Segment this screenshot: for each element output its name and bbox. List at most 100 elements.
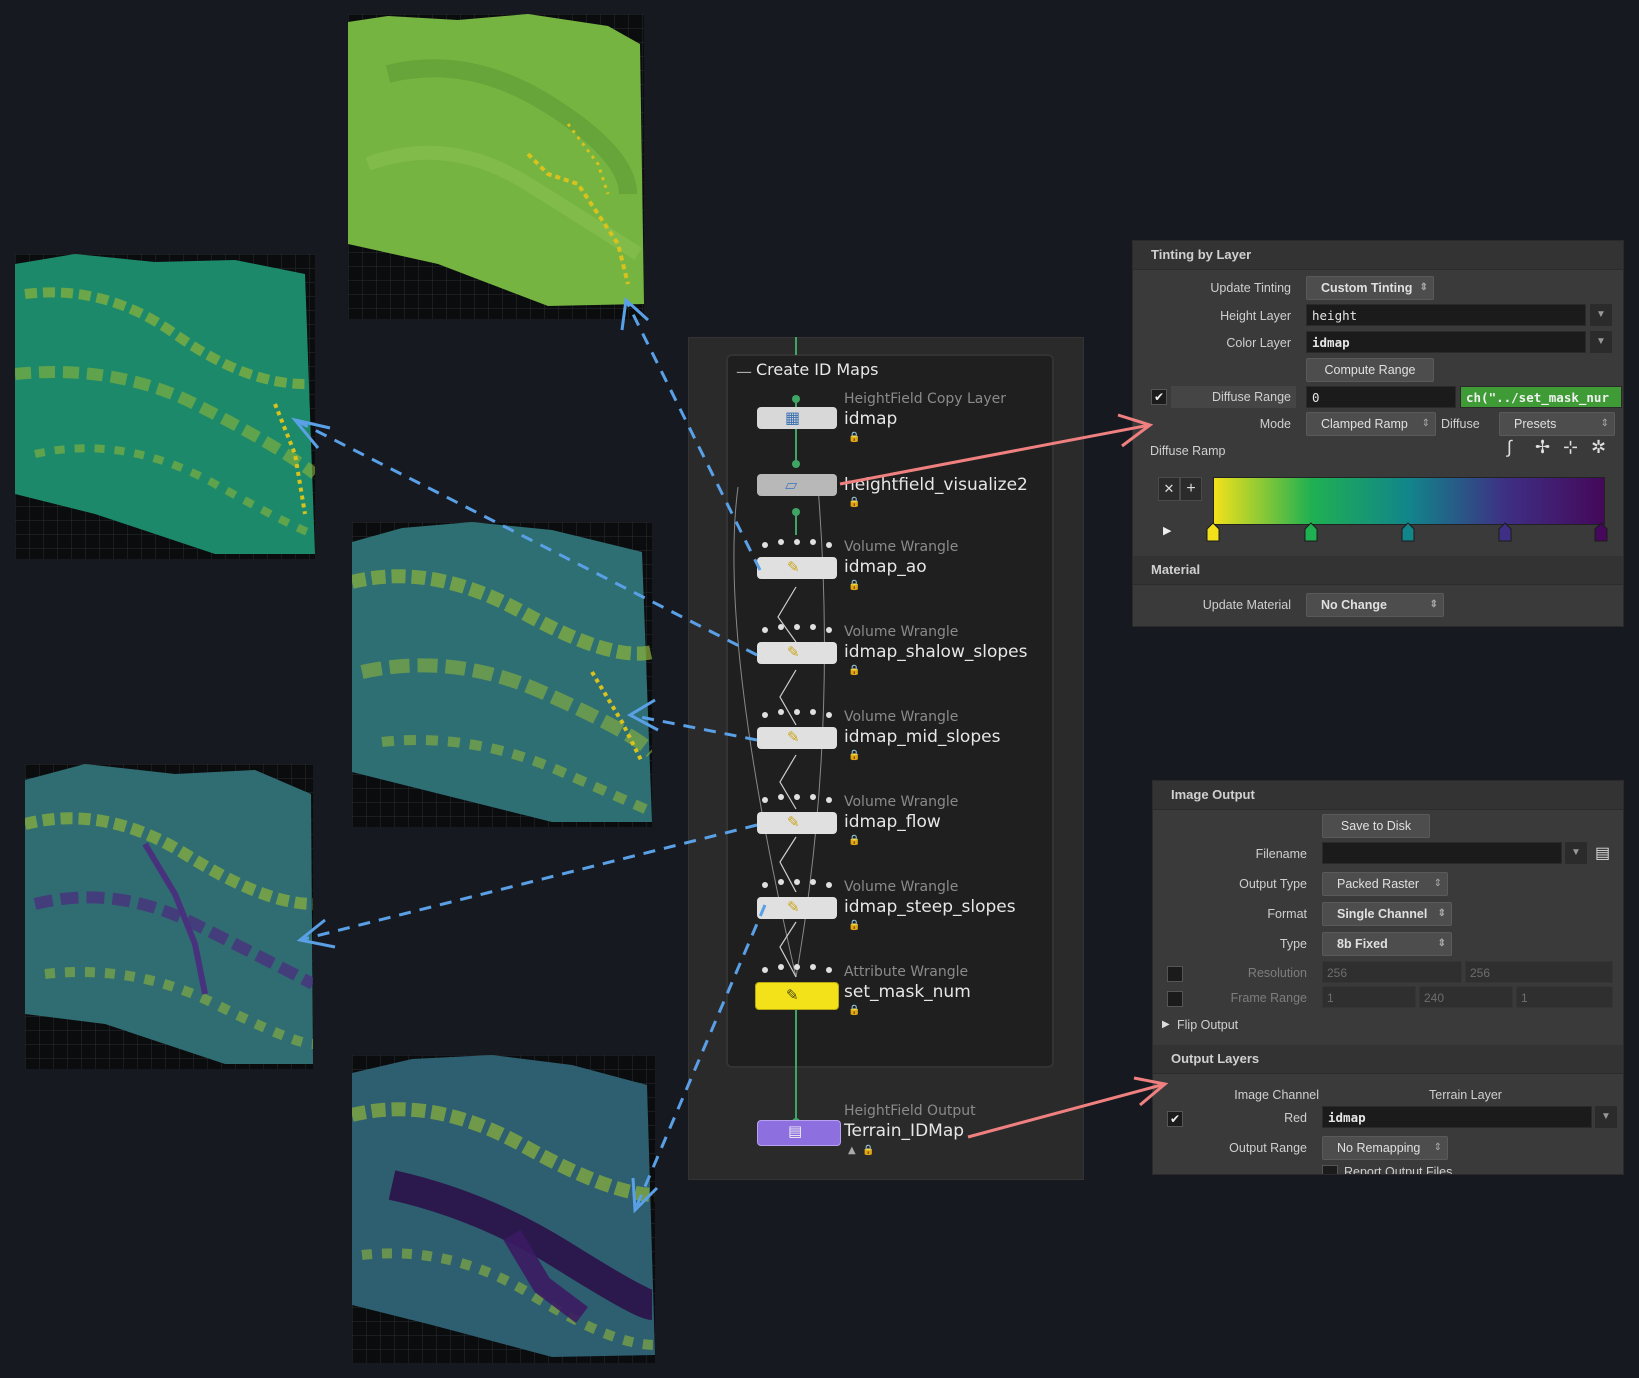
output-type-value: Packed Raster xyxy=(1337,877,1419,891)
flip-output-label[interactable]: Flip Output xyxy=(1177,1018,1238,1032)
compute-range-button[interactable]: Compute Range xyxy=(1306,358,1434,382)
filename-label: Filename xyxy=(1255,847,1307,861)
image-output-section-title: Image Output xyxy=(1171,787,1255,802)
output-layers-section-header[interactable]: Output Layers xyxy=(1153,1045,1623,1074)
node-type-label: Volume Wrangle xyxy=(844,879,959,895)
ramp-key-yellow xyxy=(1206,522,1220,542)
format-menu[interactable]: Single Channel ⇕ xyxy=(1322,902,1452,926)
image-output-panel: Image Output Save to Disk Filename ▼ ▤ O… xyxy=(1152,780,1624,1175)
presets-value: Presets xyxy=(1514,417,1557,431)
mode-value: Clamped Ramp xyxy=(1321,417,1408,431)
lock-icon: 🔒 xyxy=(848,432,861,443)
height-layer-label: Height Layer xyxy=(1220,309,1291,323)
output-layers-section-title: Output Layers xyxy=(1171,1051,1260,1066)
format-value: Single Channel xyxy=(1337,907,1428,921)
frame-increment-field[interactable]: 1 xyxy=(1516,986,1613,1008)
node-type-label: HeightField Output xyxy=(844,1103,976,1119)
resolution-checkbox[interactable] xyxy=(1167,966,1183,982)
diffuse-range-min-field[interactable]: 0 xyxy=(1306,386,1456,408)
presets-menu[interactable]: Presets ⇕ xyxy=(1499,412,1615,436)
diffuse-range-label: Diffuse Range xyxy=(1212,390,1291,404)
node-name-label: idmap_mid_slopes xyxy=(844,727,1001,747)
gear-icon[interactable]: ✲ xyxy=(1591,437,1606,458)
spinner-icon: ⇕ xyxy=(1433,878,1442,889)
node-name-label: idmap_ao xyxy=(844,557,927,577)
node-name-label: heightfield_visualize2 xyxy=(844,475,1028,495)
diffuse-ramp-gradient[interactable] xyxy=(1213,477,1605,525)
mode-menu[interactable]: Clamped Ramp ⇕ xyxy=(1306,412,1436,436)
resolution-x-field[interactable]: 256 xyxy=(1322,961,1462,983)
output-type-menu[interactable]: Packed Raster ⇕ xyxy=(1322,872,1448,896)
flip-output-expand-icon[interactable]: ▶ xyxy=(1162,1019,1170,1030)
spinner-icon: ⇕ xyxy=(1437,908,1446,919)
terrain-preview-mid-slopes xyxy=(352,522,652,827)
frame-range-checkbox[interactable] xyxy=(1167,991,1183,1007)
height-layer-dropdown-icon[interactable]: ▼ xyxy=(1590,304,1612,326)
height-layer-field[interactable]: height xyxy=(1306,304,1586,326)
ramp-key-indigo xyxy=(1498,522,1512,542)
color-layer-label: Color Layer xyxy=(1226,336,1291,350)
ramp-expand-icon[interactable]: ▶ xyxy=(1163,524,1171,537)
color-layer-field[interactable]: idmap xyxy=(1306,331,1586,353)
node-name-label: set_mask_num xyxy=(844,982,971,1002)
material-section-title: Material xyxy=(1151,562,1201,577)
output-range-menu[interactable]: No Remapping ⇕ xyxy=(1322,1136,1448,1160)
spinner-icon: ⇕ xyxy=(1433,1142,1442,1153)
frame-start-field[interactable]: 1 xyxy=(1322,986,1416,1008)
spinner-icon: ⇕ xyxy=(1437,938,1446,949)
update-tinting-menu[interactable]: Custom Tinting ⇕ xyxy=(1306,276,1434,300)
red-channel-dropdown-icon[interactable]: ▼ xyxy=(1595,1106,1617,1128)
terrain-preview-steep-slopes xyxy=(352,1055,655,1363)
filename-dropdown-icon[interactable]: ▼ xyxy=(1565,842,1587,864)
update-tinting-value: Custom Tinting xyxy=(1321,281,1413,295)
node-type-label: HeightField Copy Layer xyxy=(844,391,1007,407)
output-type-label: Output Type xyxy=(1239,877,1307,891)
format-label: Format xyxy=(1267,907,1307,921)
resolution-y-field[interactable]: 256 xyxy=(1465,961,1613,983)
node-name-label: idmap_flow xyxy=(844,812,941,832)
filename-field[interactable] xyxy=(1322,842,1562,864)
split-point-icon[interactable]: ⊹ xyxy=(1563,437,1578,458)
file-browse-icon[interactable]: ▤ xyxy=(1595,843,1610,863)
display-flag-icon: ▲ xyxy=(848,1145,856,1156)
update-material-menu[interactable]: No Change ⇕ xyxy=(1306,593,1444,617)
node-type-label: Volume Wrangle xyxy=(844,539,959,555)
spinner-icon: ⇕ xyxy=(1421,418,1430,429)
spinner-icon: ⇕ xyxy=(1429,599,1438,610)
tinting-section-header[interactable]: Tinting by Layer xyxy=(1133,241,1623,270)
type-menu[interactable]: 8b Fixed ⇕ xyxy=(1322,932,1452,956)
color-layer-dropdown-icon[interactable]: ▼ xyxy=(1590,331,1612,353)
interpolation-curve-icon[interactable]: ∫ xyxy=(1507,437,1512,458)
insert-point-icon[interactable]: ✢ xyxy=(1535,437,1550,458)
add-key-button[interactable]: + xyxy=(1180,477,1202,501)
terrain-preview-ao xyxy=(348,14,644,319)
diffuse-range-expression-field[interactable]: ch("../set_mask_nur xyxy=(1460,386,1622,408)
node-heightfield-visualize[interactable]: ▱ xyxy=(757,474,837,496)
report-output-checkbox[interactable] xyxy=(1322,1165,1338,1174)
red-channel-checkbox[interactable]: ✔ xyxy=(1167,1111,1183,1127)
frame-end-field[interactable]: 240 xyxy=(1419,986,1513,1008)
image-output-section-header[interactable]: Image Output xyxy=(1153,781,1623,810)
output-range-value: No Remapping xyxy=(1337,1141,1421,1155)
red-channel-layer-field[interactable]: idmap xyxy=(1322,1106,1592,1128)
material-section-header[interactable]: Material xyxy=(1133,556,1623,585)
resolution-label: Resolution xyxy=(1247,966,1307,980)
update-material-value: No Change xyxy=(1321,598,1387,612)
tinting-section-title: Tinting by Layer xyxy=(1151,247,1252,262)
frame-range-label: Frame Range xyxy=(1230,991,1307,1005)
save-to-disk-button[interactable]: Save to Disk xyxy=(1322,814,1430,838)
diffuse-range-checkbox[interactable]: ✔ xyxy=(1151,389,1167,405)
node-heightfield-output-terrain-idmap[interactable]: ▤ xyxy=(757,1120,841,1146)
delete-key-button[interactable]: ✕ xyxy=(1158,477,1180,501)
mode-label: Mode xyxy=(1259,417,1291,431)
lock-icon: 🔒 xyxy=(848,497,861,508)
copy-layer-icon: ▦ xyxy=(785,408,801,427)
node-name-label: Terrain_IDMap xyxy=(844,1121,965,1141)
output-icon: ▤ xyxy=(788,1122,803,1140)
node-name-label: idmap_shalow_slopes xyxy=(844,642,1028,662)
lock-icon: 🔒 xyxy=(848,1005,861,1016)
ramp-key-teal xyxy=(1401,522,1415,542)
terrain-preview-shallow-slopes xyxy=(15,254,315,559)
node-heightfield-copy-layer[interactable]: ▦ xyxy=(757,407,837,429)
ramp-key-markers[interactable] xyxy=(1205,521,1615,545)
